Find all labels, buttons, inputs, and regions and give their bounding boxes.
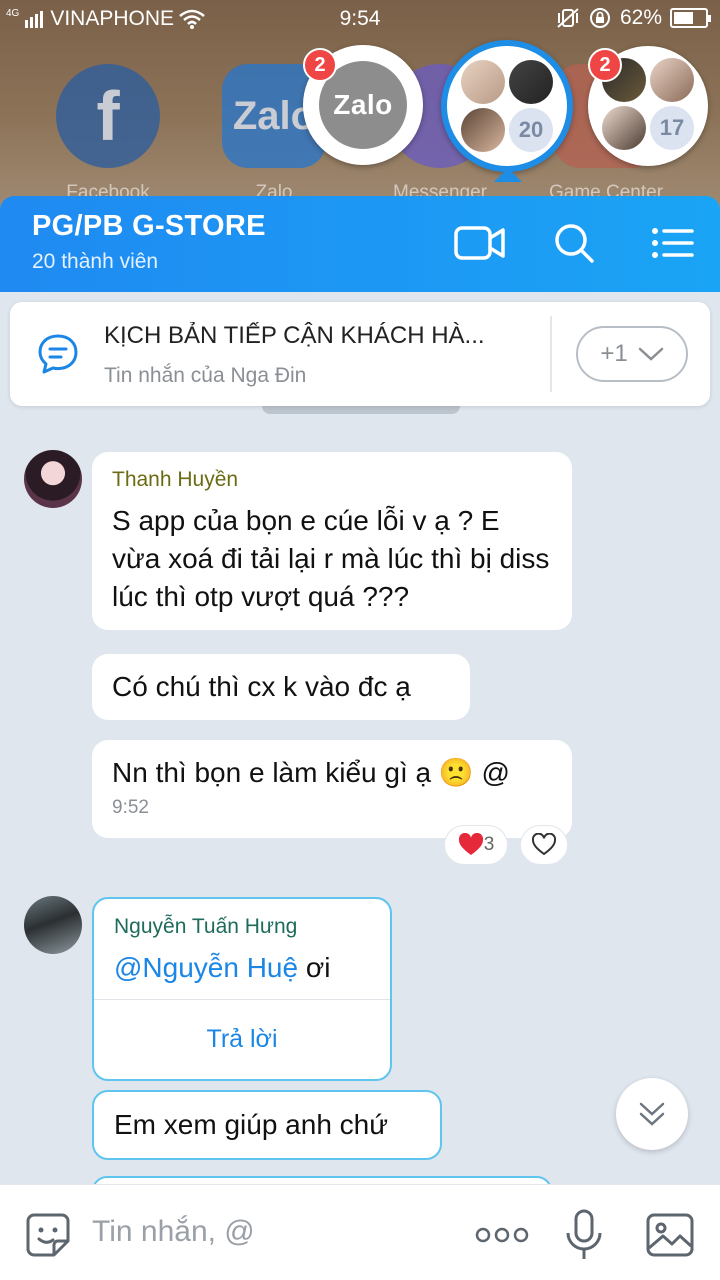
message-time: 9:52 <box>112 797 149 818</box>
group-name[interactable]: PG/PB G-STORE <box>32 210 266 243</box>
member-count: 20 <box>509 108 553 152</box>
sender-name[interactable]: Nguyễn Tuấn Hưng <box>114 913 370 941</box>
pinned-title: KỊCH BẢN TIẾP CẬN KHÁCH HÀ... <box>104 322 485 349</box>
more-pinned-count: +1 <box>600 340 628 367</box>
microphone-icon <box>566 1209 602 1259</box>
conversation-header: PG/PB G-STORE 20 thành viên <box>0 196 720 292</box>
member-avatar <box>461 108 505 152</box>
search-button[interactable] <box>546 218 602 268</box>
react-button[interactable] <box>520 825 568 865</box>
divider <box>550 316 552 392</box>
reply-button[interactable]: Trả lời <box>114 1000 370 1058</box>
member-avatar <box>650 58 694 102</box>
pinned-message-icon <box>38 334 78 374</box>
mention-link[interactable]: @Nguyễn Huệ <box>114 952 298 983</box>
message-text: Nn thì bọn e làm kiểu gì ạ <box>112 757 432 788</box>
menu-button[interactable] <box>644 218 700 268</box>
message-text: Em xem giúp anh chứ <box>114 1109 388 1140</box>
notification-badge: 2 <box>303 48 337 82</box>
more-dots-icon <box>475 1227 529 1243</box>
message-bubble[interactable]: Nguyễn Tuấn Hưng @Nguyễn Huệ ơi Trả lời <box>92 897 392 1081</box>
battery-percent: 62% <box>619 6 662 29</box>
notification-badge: 2 <box>588 48 622 82</box>
status-bar: 4G VINAPHONE 9:54 62% <box>0 0 720 38</box>
member-count-label: 20 thành viên <box>32 250 159 273</box>
message-bubble[interactable]: Có chú thì cx k vào đc ạ <box>92 654 470 720</box>
avatar[interactable] <box>24 896 82 954</box>
message-text: S app của bọn e cúe lỗi v ạ ? E vừa xoá … <box>112 505 550 612</box>
active-head-pointer <box>494 168 522 182</box>
member-count: 17 <box>650 106 694 150</box>
avatar[interactable] <box>24 450 82 508</box>
voice-button[interactable] <box>558 1209 610 1261</box>
member-avatar <box>461 60 505 104</box>
message-bubble[interactable]: Thanh Huyền S app của bọn e cúe lỗi v ạ … <box>92 452 572 630</box>
menu-list-icon <box>652 228 694 258</box>
image-icon <box>646 1213 694 1257</box>
video-call-button[interactable] <box>452 218 508 268</box>
pinned-author: Tin nhắn của Nga Đin <box>104 364 307 387</box>
scroll-to-bottom-button[interactable] <box>616 1078 688 1150</box>
reaction-count: 3 <box>483 834 495 855</box>
message-text-trail: @ <box>473 757 510 788</box>
battery-icon <box>670 8 711 28</box>
reaction-summary[interactable]: 3 <box>444 825 508 865</box>
heart-outline-icon <box>531 833 557 856</box>
member-avatar <box>602 106 646 150</box>
video-call-icon <box>454 226 505 260</box>
image-button[interactable] <box>644 1209 696 1261</box>
more-pinned-button[interactable]: +1 <box>576 326 688 382</box>
facebook-icon[interactable]: f <box>56 64 160 168</box>
message-bubble[interactable]: Nn thì bọn e làm kiểu gì ạ 🙁 @ 9:52 <box>92 740 572 838</box>
chat-head-group-active[interactable]: 20 <box>441 40 573 172</box>
message-input-bar: Tin nhắn, @ <box>0 1184 720 1280</box>
member-avatar <box>509 60 553 104</box>
rotation-lock-icon <box>589 8 610 28</box>
heart-filled-icon <box>458 833 483 855</box>
message-input[interactable]: Tin nhắn, @ <box>92 1215 255 1249</box>
message-text: Có chú thì cx k vào đc ạ <box>112 671 411 702</box>
vibrate-off-icon <box>557 8 579 28</box>
emoji-sad: 🙁 <box>438 757 474 788</box>
search-icon <box>555 224 594 263</box>
sticker-button[interactable] <box>22 1209 74 1261</box>
message-bubble[interactable]: Em xem giúp anh chứ <box>92 1090 442 1160</box>
battery-level <box>674 12 693 24</box>
pinned-message[interactable]: KỊCH BẢN TIẾP CẬN KHÁCH HÀ... Tin nhắn c… <box>10 302 710 406</box>
more-options-button[interactable] <box>474 1209 530 1261</box>
sticker-icon <box>26 1213 70 1257</box>
double-chevron-down-icon <box>639 1102 665 1126</box>
sender-name[interactable]: Thanh Huyền <box>112 466 552 494</box>
message-text: ơi <box>298 952 331 983</box>
chevron-down-icon <box>638 347 663 361</box>
